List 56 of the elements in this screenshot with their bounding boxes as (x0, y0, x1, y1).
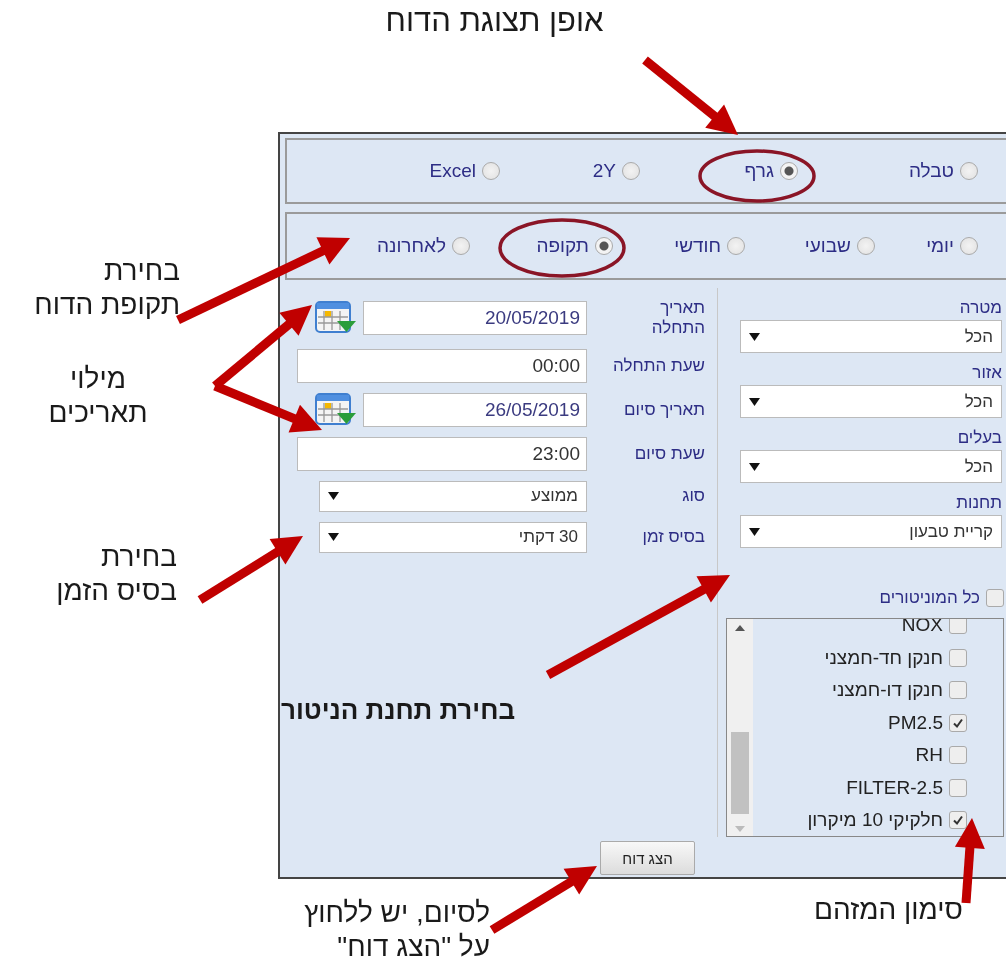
dropdown-caret-icon (749, 527, 760, 536)
filter-dropdown[interactable]: הכל (740, 385, 1002, 418)
period-radio[interactable]: יומי (875, 235, 978, 257)
filter-label: מטרה (958, 298, 1002, 318)
time-field[interactable]: 00:00 (297, 348, 587, 383)
annotation-label: סימון המזהם (813, 893, 964, 927)
monitor-checkbox[interactable]: PM2.5 (753, 706, 967, 739)
monitor-checkbox[interactable]: RH (753, 739, 967, 772)
period-radio[interactable]: לאחרונה (350, 235, 470, 257)
calendar-icon[interactable] (315, 301, 357, 336)
period-radio[interactable]: שבועי (745, 235, 875, 257)
annotation-label: מילוי תאריכים (47, 362, 149, 431)
field-label: סוג (681, 486, 705, 507)
calendar-icon[interactable] (315, 392, 357, 427)
monitor-checkbox[interactable]: חלקיקי 10 מיקרון (753, 804, 967, 836)
field-label: שעת התחלה (612, 355, 705, 376)
filter-label: אזור (971, 363, 1002, 383)
scrollbar[interactable] (727, 619, 753, 836)
dropdown-caret-icon (749, 462, 760, 471)
monitor-checkbox[interactable]: חנקן חד-חמצני (753, 641, 967, 674)
field-label: בסיס זמן (641, 527, 705, 548)
display-mode-radio[interactable]: טבלה (798, 160, 978, 182)
monitor-checkbox[interactable]: חנקן דו-חמצני (753, 674, 967, 707)
field-label: תאריך סיום (623, 399, 705, 420)
filter-label: תחנות (955, 493, 1002, 513)
field-label: שעת סיום (633, 443, 705, 464)
filter-dropdown[interactable]: קריית טבעון (740, 515, 1002, 548)
scroll-up-icon[interactable] (735, 625, 745, 631)
annotation-label: בחירת תחנת הניטור (279, 695, 517, 727)
show-report-button[interactable]: הצג דוח (600, 841, 695, 875)
dropdown-caret-icon (749, 397, 760, 406)
dropdown-caret-icon (328, 492, 339, 501)
checkmark-icon (952, 716, 964, 729)
period-radio[interactable]: תקופה (470, 235, 613, 257)
period-radio[interactable]: חודשי (613, 235, 745, 257)
date-field[interactable]: 26/05/2019 (363, 392, 587, 427)
dropdown-caret-icon (749, 332, 760, 341)
filter-dropdown[interactable]: הכל (740, 320, 1002, 353)
display-mode-radio[interactable]: 2Y (500, 160, 640, 182)
display-mode-radio[interactable]: גרף (640, 160, 798, 182)
monitor-checkbox[interactable]: FILTER-2.5 (753, 771, 967, 804)
display-mode-radio[interactable]: Excel (360, 160, 500, 182)
filter-label: בעלים (956, 428, 1002, 448)
checkmark-icon (952, 814, 964, 827)
date-field[interactable]: 20/05/2019 (363, 301, 587, 336)
annotation-label: בחירת בסיס הזמן (55, 540, 177, 609)
annotation-label: לסיום, יש ללחוץ על "הצג דוח" (303, 896, 490, 965)
dropdown-caret-icon (328, 533, 339, 542)
time-field[interactable]: 23:00 (297, 436, 587, 471)
dropdown-field[interactable]: 30 דקתי (319, 521, 587, 553)
annotation-label: בחירת תקופת הדוח (33, 254, 180, 323)
dropdown-field[interactable]: ממוצע (319, 480, 587, 512)
filter-dropdown[interactable]: הכל (740, 450, 1002, 483)
all-monitors-checkbox[interactable]: כל המוניטורים (718, 588, 1006, 608)
field-label: תאריך התחלה (650, 298, 705, 339)
annotation-label: אופן תצוגת הדוח (384, 2, 605, 40)
